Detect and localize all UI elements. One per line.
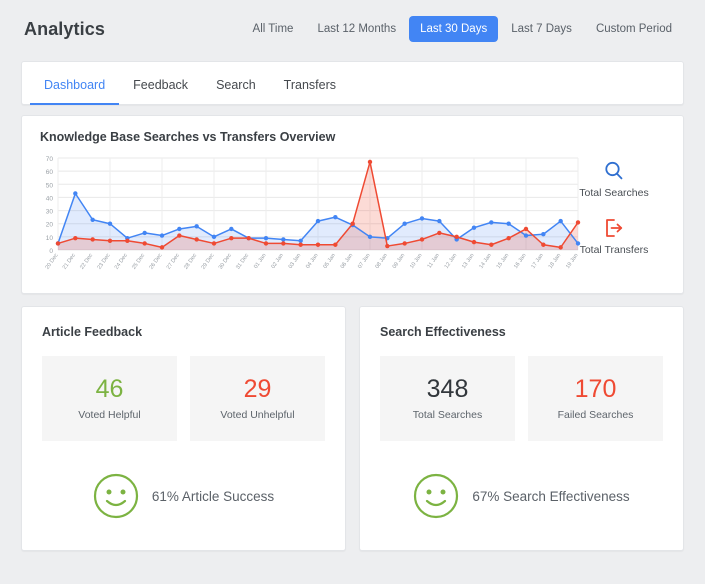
svg-text:31 Dec: 31 Dec <box>235 253 250 271</box>
svg-text:10 Jan: 10 Jan <box>409 253 424 270</box>
svg-text:24 Dec: 24 Dec <box>114 253 129 271</box>
article-success-text: 61% Article Success <box>152 489 274 504</box>
svg-text:05 Jan: 05 Jan <box>322 253 337 270</box>
svg-text:23 Dec: 23 Dec <box>97 253 112 271</box>
svg-text:27 Dec: 27 Dec <box>166 253 181 271</box>
page-title: Analytics <box>24 19 105 40</box>
tab-feedback[interactable]: Feedback <box>119 78 202 105</box>
total-searches-value: 348 <box>427 376 469 402</box>
svg-text:29 Dec: 29 Dec <box>201 253 216 271</box>
voted-helpful-label: Voted Helpful <box>78 409 140 421</box>
tab-search[interactable]: Search <box>202 78 270 105</box>
svg-text:14 Jan: 14 Jan <box>478 253 493 270</box>
svg-text:13 Jan: 13 Jan <box>461 253 476 270</box>
voted-unhelpful-label: Voted Unhelpful <box>220 409 294 421</box>
search-icon <box>603 158 625 184</box>
svg-text:15 Jan: 15 Jan <box>496 253 511 270</box>
page-header: Analytics All Time Last 12 Months Last 3… <box>0 0 705 58</box>
legend-label-total-transfers: Total Transfers <box>559 244 669 256</box>
analytics-page: Analytics All Time Last 12 Months Last 3… <box>0 0 705 584</box>
svg-text:20: 20 <box>46 222 54 229</box>
svg-text:60: 60 <box>46 169 54 176</box>
article-feedback-boxes: 46 Voted Helpful 29 Voted Unhelpful <box>42 356 325 441</box>
article-feedback-title: Article Feedback <box>42 325 325 339</box>
tab-transfers[interactable]: Transfers <box>270 78 350 105</box>
svg-text:30 Dec: 30 Dec <box>218 253 233 271</box>
svg-text:03 Jan: 03 Jan <box>288 253 303 270</box>
svg-text:11 Jan: 11 Jan <box>427 253 441 270</box>
svg-text:22 Dec: 22 Dec <box>79 253 94 271</box>
svg-text:10: 10 <box>46 235 54 242</box>
svg-text:01 Jan: 01 Jan <box>253 253 268 270</box>
svg-text:07 Jan: 07 Jan <box>357 253 372 270</box>
period-last-30-days[interactable]: Last 30 Days <box>409 16 498 42</box>
svg-text:04 Jan: 04 Jan <box>305 253 320 270</box>
stat-box-voted-unhelpful: 29 Voted Unhelpful <box>190 356 325 441</box>
stats-row: Article Feedback 46 Voted Helpful 29 Vot… <box>21 306 684 551</box>
chart-title: Knowledge Base Searches vs Transfers Ove… <box>40 130 667 144</box>
period-selector: All Time Last 12 Months Last 30 Days Las… <box>242 16 683 42</box>
period-last-12-months[interactable]: Last 12 Months <box>306 16 407 42</box>
svg-text:50: 50 <box>46 182 54 189</box>
svg-text:21 Dec: 21 Dec <box>62 253 77 271</box>
search-effectiveness-text: 67% Search Effectiveness <box>472 489 629 504</box>
chart-panel: Knowledge Base Searches vs Transfers Ove… <box>21 115 684 294</box>
article-success-summary: 61% Article Success <box>42 473 325 519</box>
search-effectiveness-boxes: 348 Total Searches 170 Failed Searches <box>380 356 663 441</box>
smiley-icon <box>413 473 459 519</box>
tab-dashboard[interactable]: Dashboard <box>30 78 119 105</box>
voted-helpful-value: 46 <box>96 376 124 402</box>
tab-bar: Dashboard Feedback Search Transfers <box>21 61 684 105</box>
chart-plot-area: 01020304050607020 Dec21 Dec22 Dec23 Dec2… <box>34 154 584 294</box>
chart-legend: Total Searches Total Transfers <box>559 158 669 272</box>
svg-text:08 Jan: 08 Jan <box>374 253 389 270</box>
total-searches-label: Total Searches <box>413 409 482 421</box>
svg-text:28 Dec: 28 Dec <box>183 253 198 271</box>
search-effectiveness-summary: 67% Search Effectiveness <box>380 473 663 519</box>
legend-item-total-searches: Total Searches <box>559 158 669 199</box>
svg-text:09 Jan: 09 Jan <box>392 253 407 270</box>
svg-text:30: 30 <box>46 209 54 216</box>
transfer-out-icon <box>603 215 625 241</box>
period-custom[interactable]: Custom Period <box>585 16 683 42</box>
svg-text:06 Jan: 06 Jan <box>340 253 355 270</box>
svg-text:70: 70 <box>46 156 54 163</box>
svg-text:25 Dec: 25 Dec <box>131 253 146 271</box>
svg-text:12 Jan: 12 Jan <box>444 253 459 270</box>
stat-box-voted-helpful: 46 Voted Helpful <box>42 356 177 441</box>
svg-text:20 Dec: 20 Dec <box>45 253 60 271</box>
period-last-7-days[interactable]: Last 7 Days <box>500 16 583 42</box>
stat-box-failed-searches: 170 Failed Searches <box>528 356 663 441</box>
search-effectiveness-title: Search Effectiveness <box>380 325 663 339</box>
legend-label-total-searches: Total Searches <box>559 187 669 199</box>
searches-vs-transfers-chart: 01020304050607020 Dec21 Dec22 Dec23 Dec2… <box>34 154 584 294</box>
legend-item-total-transfers: Total Transfers <box>559 215 669 256</box>
stat-box-total-searches: 348 Total Searches <box>380 356 515 441</box>
svg-text:40: 40 <box>46 195 54 202</box>
smiley-icon <box>93 473 139 519</box>
period-all-time[interactable]: All Time <box>242 16 305 42</box>
svg-text:16 Jan: 16 Jan <box>513 253 528 270</box>
svg-text:26 Dec: 26 Dec <box>149 253 164 271</box>
search-effectiveness-card: Search Effectiveness 348 Total Searches … <box>359 306 684 551</box>
article-feedback-card: Article Feedback 46 Voted Helpful 29 Vot… <box>21 306 346 551</box>
failed-searches-label: Failed Searches <box>558 409 634 421</box>
svg-text:02 Jan: 02 Jan <box>270 253 285 270</box>
failed-searches-value: 170 <box>575 376 617 402</box>
voted-unhelpful-value: 29 <box>244 376 272 402</box>
svg-text:17 Jan: 17 Jan <box>530 253 545 270</box>
